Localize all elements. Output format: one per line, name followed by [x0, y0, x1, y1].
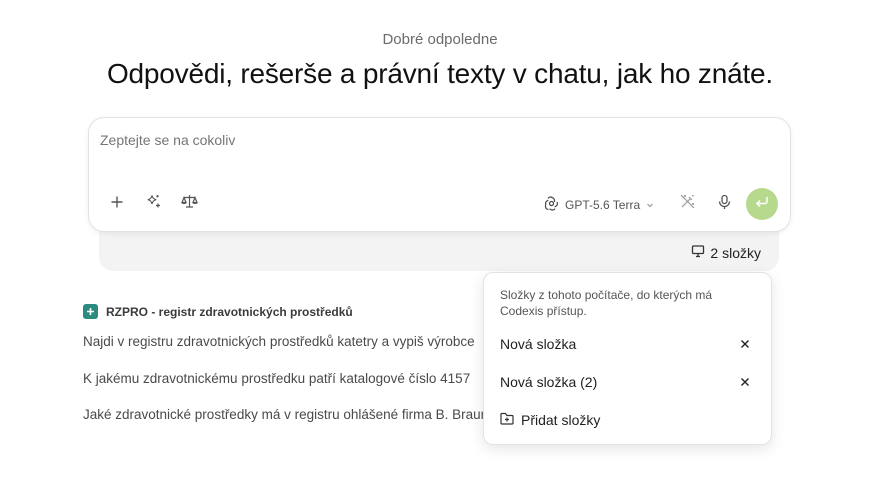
improve-prompt-button[interactable] — [673, 190, 701, 218]
add-folders-label: Přidat složky — [521, 412, 601, 428]
add-folders-button[interactable]: Přidat složky — [500, 408, 600, 432]
enter-icon — [754, 195, 770, 214]
folders-toggle-label: 2 složky — [710, 244, 761, 261]
folders-popup: Složky z tohoto počítače, do kterých má … — [483, 272, 772, 445]
sparkles-icon — [145, 193, 162, 215]
source-label: RZPRO - registr zdravotnických prostředk… — [106, 304, 353, 319]
folder-item: Nová složka — [500, 332, 753, 356]
microphone-icon — [717, 194, 732, 215]
plus-icon — [110, 195, 124, 214]
folders-toggle-button[interactable]: 2 složky — [691, 244, 761, 261]
folder-name: Nová složka — [500, 336, 577, 352]
page: Dobré odpoledne Odpovědi, rešerše a práv… — [0, 0, 880, 495]
folders-popup-description: Složky z tohoto počítače, do kterých má … — [500, 288, 713, 318]
greeting: Dobré odpoledne — [382, 31, 498, 48]
folder-name: Nová složka (2) — [500, 374, 598, 390]
page-title: Odpovědi, rešerše a právní texty v chatu… — [106, 58, 774, 89]
suggestion-item[interactable]: Jaké zdravotnické prostředky má v regist… — [83, 407, 493, 422]
source-header: RZPRO - registr zdravotnických prostředk… — [83, 304, 353, 319]
openai-icon — [544, 196, 559, 214]
close-icon — [740, 374, 750, 390]
remove-folder-button[interactable] — [737, 374, 753, 390]
registry-icon — [83, 304, 98, 319]
remove-folder-button[interactable] — [737, 336, 753, 352]
suggestion-item[interactable]: Najdi v registru zdravotnických prostřed… — [83, 334, 493, 349]
sparkles-button[interactable] — [139, 190, 167, 218]
voice-input-button[interactable] — [710, 190, 738, 218]
monitor-icon — [691, 244, 705, 261]
prompt-input[interactable] — [100, 132, 778, 148]
chevron-down-icon — [646, 198, 654, 212]
send-button[interactable] — [746, 188, 778, 220]
suggestion-item[interactable]: K jakému zdravotnickému prostředku patří… — [83, 371, 493, 386]
scales-icon — [180, 193, 198, 215]
legal-mode-button[interactable] — [175, 190, 203, 218]
folder-item: Nová složka (2) — [500, 370, 753, 394]
model-label: GPT-5.6 Terra — [565, 198, 641, 212]
model-selector[interactable]: GPT-5.6 Terra — [544, 193, 654, 217]
add-attachment-button[interactable] — [103, 190, 131, 218]
folder-plus-icon — [500, 412, 514, 428]
chat-composer: GPT-5.6 Terra — [88, 117, 791, 232]
magic-wand-icon — [679, 193, 696, 215]
close-icon — [740, 336, 750, 352]
